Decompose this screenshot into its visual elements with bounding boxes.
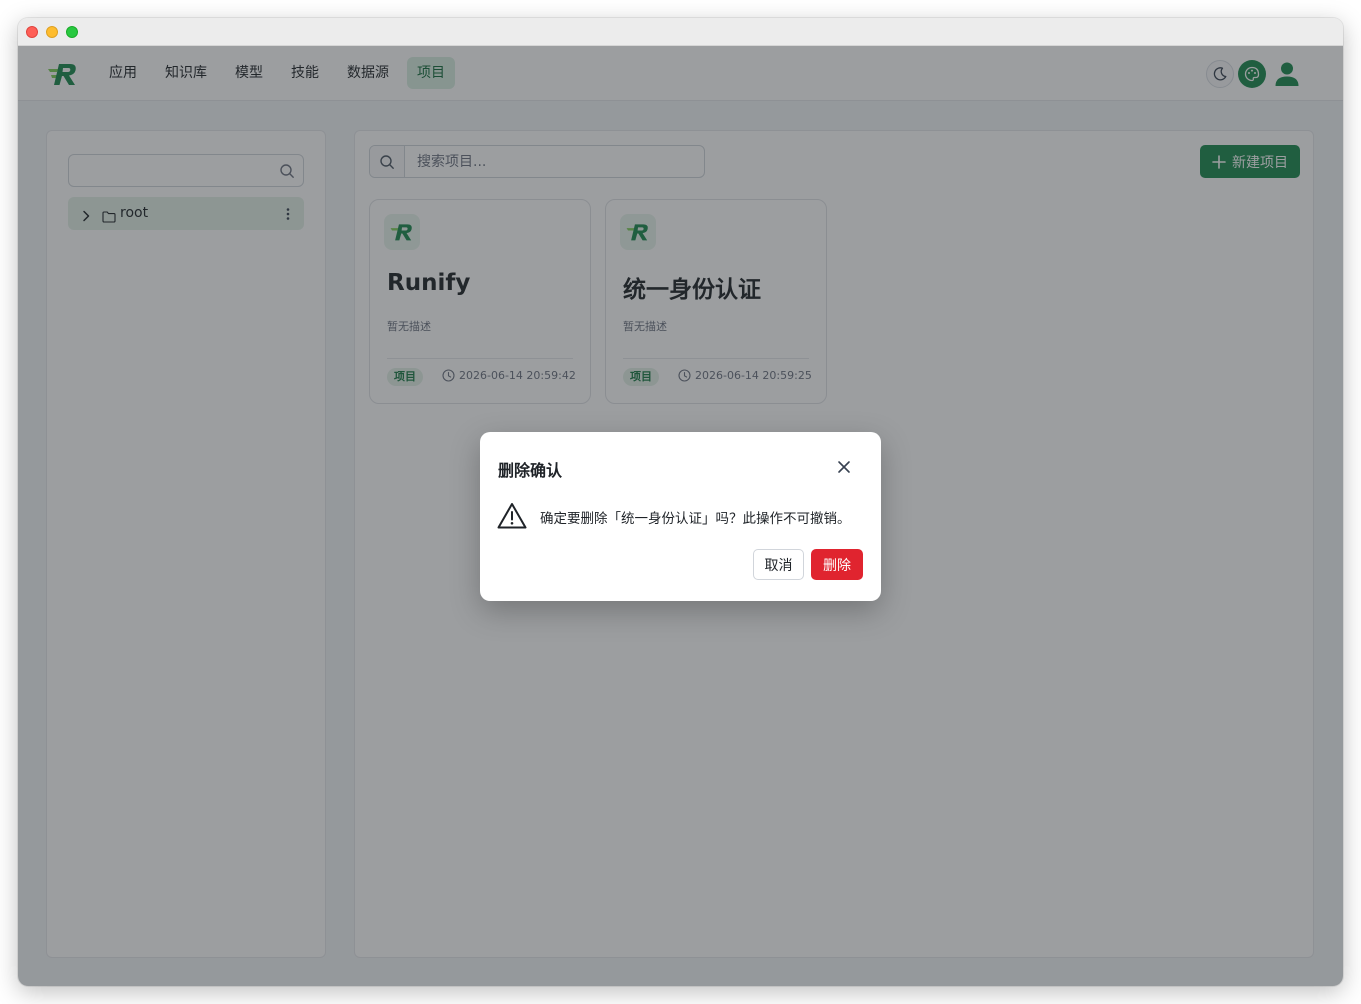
delete-confirm-dialog: 删除确认 确定要删除「统一身份认证」吗？此操作不可撤销。 取消 删除 (480, 432, 881, 601)
window-titlebar (18, 18, 1343, 46)
close-window-button[interactable] (26, 26, 38, 38)
warning-icon (497, 503, 527, 529)
app-window: 应用 知识库 模型 技能 数据源 项目 root 搜索项目... 新建项目 Ru… (18, 18, 1343, 986)
minimize-window-button[interactable] (46, 26, 58, 38)
dialog-title: 删除确认 (498, 461, 563, 480)
close-icon[interactable] (836, 459, 852, 475)
zoom-window-button[interactable] (66, 26, 78, 38)
delete-button[interactable]: 删除 (811, 549, 863, 580)
dialog-message: 确定要删除「统一身份认证」吗？此操作不可撤销。 (540, 511, 851, 527)
cancel-button[interactable]: 取消 (753, 549, 804, 580)
